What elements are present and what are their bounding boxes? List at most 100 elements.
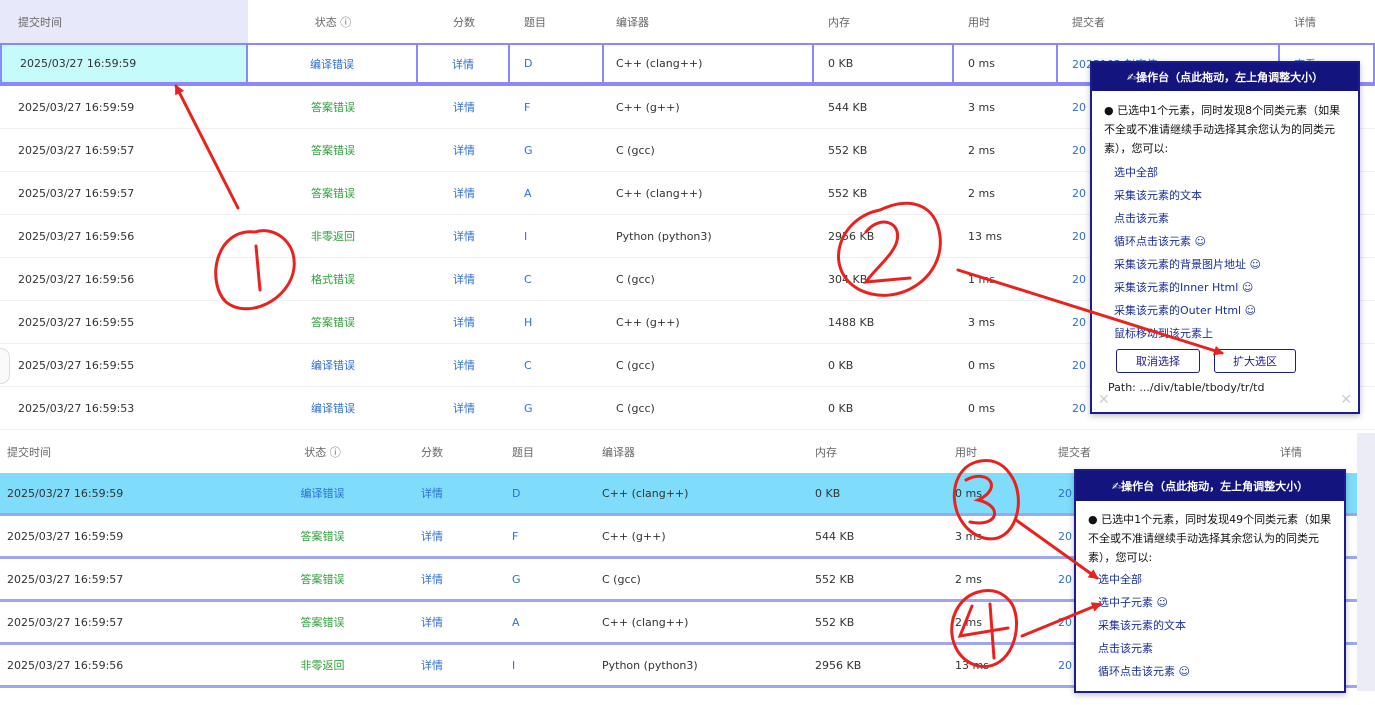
cell-status: 编译错误 xyxy=(311,402,355,415)
cell-time: 2025/03/27 16:59:59 xyxy=(18,100,135,114)
cell-status: 答案错误 xyxy=(311,101,355,114)
cell-problem[interactable]: H xyxy=(510,301,604,343)
cell-compiler: C (gcc) xyxy=(616,143,655,157)
cell-problem[interactable]: C xyxy=(510,344,604,386)
vertical-scrollbar[interactable] xyxy=(1357,433,1375,691)
cell-problem[interactable]: A xyxy=(510,172,604,214)
resize-corner-icon[interactable]: ✕ xyxy=(1098,392,1110,408)
cell-score[interactable]: 详情 xyxy=(418,344,510,386)
panel-drag-header[interactable]: ✍操作台（点此拖动，左上角调整大小） xyxy=(1076,471,1344,501)
cell-score[interactable]: 详情 xyxy=(395,516,490,556)
cell-score[interactable]: 详情 xyxy=(418,301,510,343)
cell-memory: 0 KB xyxy=(814,43,954,84)
cell-problem[interactable]: G xyxy=(510,387,604,429)
cell-memory: 0 KB xyxy=(828,401,854,415)
cell-score[interactable]: 详情 xyxy=(395,602,490,642)
col-header-submitter: 提交者 xyxy=(1072,15,1105,29)
cell-score[interactable]: 详情 xyxy=(395,473,490,513)
cell-memory: 1488 KB xyxy=(828,315,875,329)
cell-runtime: 0 ms xyxy=(968,358,995,372)
expand-selection-button[interactable]: 扩大选区 xyxy=(1214,349,1296,373)
panel-option[interactable]: 选中全部 xyxy=(1104,161,1346,184)
cell-status: 答案错误 xyxy=(311,316,355,329)
cancel-selection-button[interactable]: 取消选择 xyxy=(1116,349,1200,373)
cell-problem[interactable]: G xyxy=(490,559,593,599)
panel-option[interactable]: 鼠标移动到该元素上 xyxy=(1104,322,1346,345)
panel-option[interactable]: 点击该元素 xyxy=(1104,207,1346,230)
cell-score[interactable]: 详情 xyxy=(418,129,510,171)
panel-option[interactable]: 选中子元素 ☺ xyxy=(1088,591,1332,614)
element-path: Path: .../div/table/tbody/tr/td xyxy=(1108,381,1265,394)
panel-option[interactable]: 循环点击该元素 ☺ xyxy=(1088,660,1332,683)
side-scroll-handle[interactable] xyxy=(0,348,10,384)
col-header-score: 分数 xyxy=(453,15,475,29)
cell-problem[interactable]: C xyxy=(510,258,604,300)
cell-score[interactable]: 详情 xyxy=(418,172,510,214)
cell-memory: 0 KB xyxy=(828,358,854,372)
cell-time: 2025/03/27 16:59:57 xyxy=(7,572,124,586)
col-header-runtime: 用时 xyxy=(968,15,990,29)
cell-score[interactable]: 详情 xyxy=(418,258,510,300)
close-icon[interactable]: ✕ xyxy=(1340,392,1352,408)
cell-score[interactable]: 详情 xyxy=(418,86,510,128)
col-header-problem: 题目 xyxy=(524,15,546,29)
cell-score[interactable]: 详情 xyxy=(395,559,490,599)
cell-time: 2025/03/27 16:59:59 xyxy=(7,529,124,543)
cell-problem[interactable]: F xyxy=(490,516,593,556)
panel-option[interactable]: 采集该元素的Inner Html ☺ xyxy=(1104,276,1346,299)
col-header-compiler: 编译器 xyxy=(616,15,649,29)
col-header-detail: 详情 xyxy=(1294,15,1316,29)
cell-score[interactable]: 详情 xyxy=(418,387,510,429)
cell-problem[interactable]: A xyxy=(490,602,593,642)
cell-runtime: 0 ms xyxy=(968,401,995,415)
info-icon[interactable]: ⓘ xyxy=(330,444,341,460)
cell-status: 答案错误 xyxy=(300,573,345,586)
panel-option[interactable]: 循环点击该元素 ☺ xyxy=(1104,230,1346,253)
panel-option[interactable]: 选中全部 xyxy=(1088,568,1332,591)
cell-memory: 0 KB xyxy=(815,486,841,500)
cell-problem[interactable]: F xyxy=(510,86,604,128)
cell-runtime: 0 ms xyxy=(955,486,982,500)
col-header-time[interactable]: 提交时间 xyxy=(0,430,250,473)
table-header: 提交时间 状态 ⓘ 分数 题目 编译器 内存 用时 提交者 详情 xyxy=(0,430,1357,473)
cell-compiler: Python (python3) xyxy=(616,229,712,243)
cell-score[interactable]: 详情 xyxy=(418,215,510,257)
cell-problem[interactable]: D xyxy=(510,43,604,84)
info-icon[interactable]: ⓘ xyxy=(340,14,351,30)
col-header-problem: 题目 xyxy=(512,445,534,459)
col-header-compiler: 编译器 xyxy=(602,445,635,459)
panel-option[interactable]: 采集该元素的文本 xyxy=(1104,184,1346,207)
cell-compiler: C++ (clang++) xyxy=(602,615,689,629)
cell-memory: 552 KB xyxy=(815,615,855,629)
cell-memory: 304 KB xyxy=(828,272,868,286)
panel-option[interactable]: 采集该元素的背景图片地址 ☺ xyxy=(1104,253,1346,276)
cell-problem[interactable]: I xyxy=(490,645,593,685)
cell-runtime: 3 ms xyxy=(955,529,982,543)
cell-time: 2025/03/27 16:59:56 xyxy=(7,658,124,672)
cell-problem[interactable]: D xyxy=(490,473,593,513)
panel-option[interactable]: 采集该元素的Outer Html ☺ xyxy=(1104,299,1346,322)
panel-option[interactable]: 采集该元素的文本 xyxy=(1088,614,1332,637)
cell-memory: 2956 KB xyxy=(828,229,875,243)
cell-time: 2025/03/27 16:59:56 xyxy=(18,229,135,243)
cell-time: 2025/03/27 16:59:59 xyxy=(0,43,248,84)
panel-message: ● 已选中1个元素，同时发现49个同类元素（如果不全或不准请继续手动选择其余您认… xyxy=(1088,513,1332,564)
cell-time: 2025/03/27 16:59:55 xyxy=(18,358,135,372)
cell-problem[interactable]: I xyxy=(510,215,604,257)
col-header-memory: 内存 xyxy=(815,445,837,459)
col-header-runtime: 用时 xyxy=(955,445,977,459)
col-header-status[interactable]: 状态 ⓘ xyxy=(248,0,418,43)
cell-compiler: C (gcc) xyxy=(602,572,641,586)
cell-score[interactable]: 详情 xyxy=(418,43,510,84)
panel-option[interactable]: 点击该元素 xyxy=(1088,637,1332,660)
cell-score[interactable]: 详情 xyxy=(395,645,490,685)
col-header-memory: 内存 xyxy=(828,15,850,29)
cell-compiler: C++ (g++) xyxy=(616,315,680,329)
cell-problem[interactable]: G xyxy=(510,129,604,171)
cell-compiler: C (gcc) xyxy=(616,358,655,372)
col-header-status[interactable]: 状态 ⓘ xyxy=(250,430,395,473)
cell-memory: 552 KB xyxy=(828,143,868,157)
cell-memory: 544 KB xyxy=(828,100,868,114)
col-header-time[interactable]: 提交时间 xyxy=(0,0,248,43)
panel-drag-header[interactable]: ✍操作台（点此拖动，左上角调整大小） xyxy=(1092,63,1358,91)
